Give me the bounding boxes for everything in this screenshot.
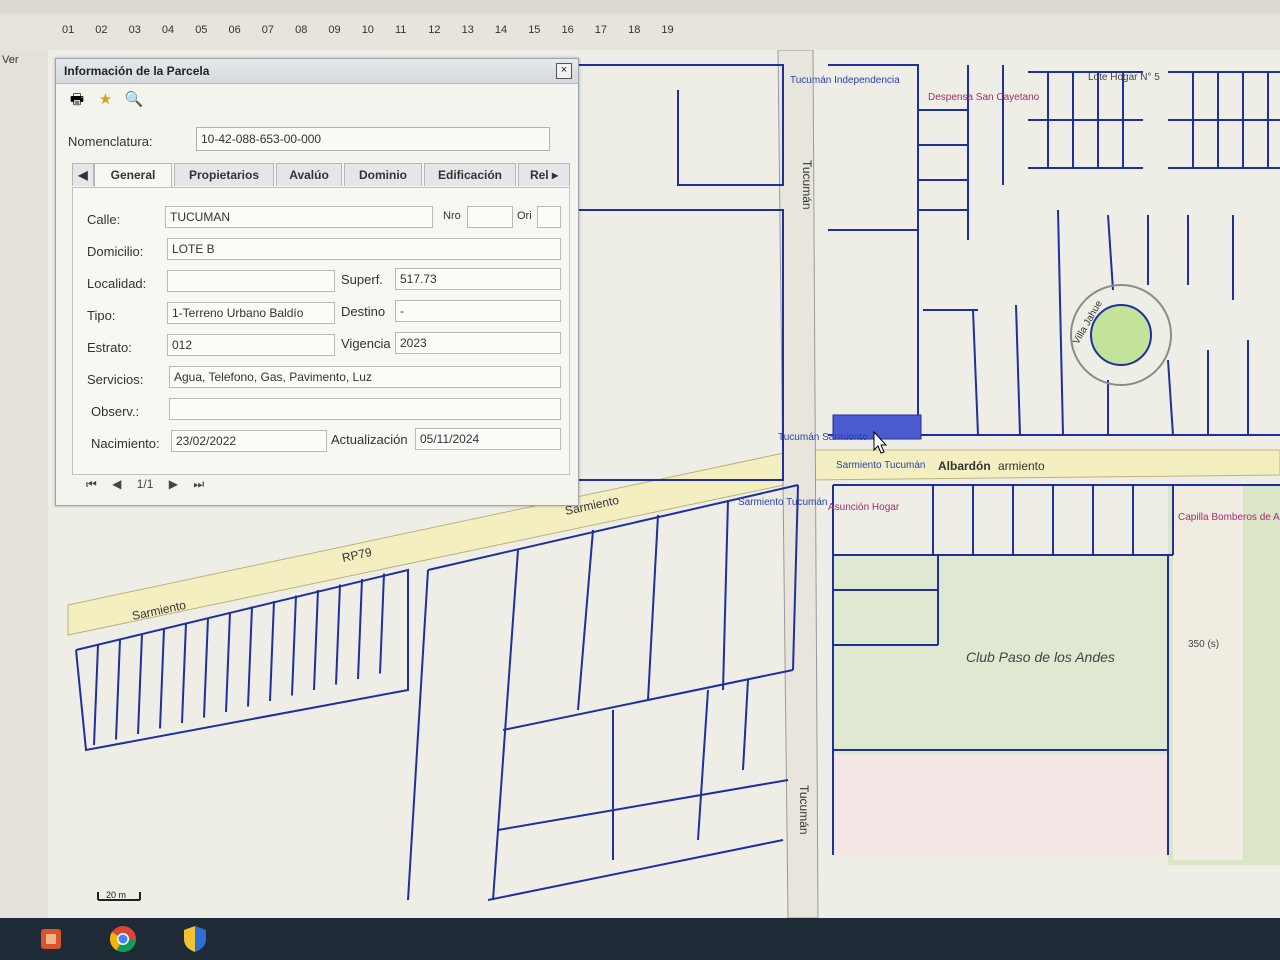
tab-propietarios[interactable]: Propietarios [174,163,274,186]
svg-text:20 m: 20 m [106,890,126,900]
street-label: Tucumán [797,785,811,835]
nomenclatura-field[interactable]: 10-42-088-653-00-000 [196,127,550,151]
print-icon[interactable]: 🖶 [68,91,86,109]
poi-label: Despensa San Cayetano [928,92,1040,103]
ruler-column-label[interactable]: 07 [262,24,274,36]
ruler-column-label[interactable]: 06 [229,24,241,36]
estrato-label: Estrato: [87,340,132,355]
ruler-column-label[interactable]: 13 [462,24,474,36]
poi-label: Sarmiento Tucumán [836,460,926,471]
parcel-info-panel: Información de la Parcela × 🖶 ★ 🔍 Nomenc… [55,58,579,506]
street-label: Tucumán [800,160,814,210]
poi-label: Lote Hogar N° 5 [1088,72,1160,83]
calle-label: Calle: [87,212,121,227]
vigencia-label: Vigencia [341,336,391,351]
general-tab-content: Calle: TUCUMAN Nro Ori Domicilio: LOTE B… [72,187,570,475]
poi-label: Tucumán Sarmiento [778,432,868,443]
vigencia-field[interactable]: 2023 [395,332,561,354]
chrome-icon[interactable] [100,922,146,956]
superf-field[interactable]: 517.73 [395,268,561,290]
ruler-column-label[interactable]: 12 [428,24,440,36]
localidad-label: Localidad: [87,276,147,291]
nacimiento-field[interactable]: 23/02/2022 [171,430,327,452]
close-button[interactable]: × [556,63,572,79]
ruler-column-label[interactable]: 02 [95,24,107,36]
actualizacion-label: Actualización [331,432,408,447]
top-toolbar [0,0,1280,14]
sidebar-label: Ver [2,54,19,66]
ruler-column-label[interactable]: 11 [395,24,406,36]
street-label: armiento [998,459,1045,473]
servicios-field[interactable]: Agua, Telefono, Gas, Pavimento, Luz [169,366,561,388]
column-ruler: 01 02 03 04 05 06 07 08 09 10 11 12 13 14 15 16 17 18 19 [0,14,1280,51]
star-icon[interactable]: ★ [96,91,114,109]
next-page-icon[interactable]: ▶ [169,477,178,491]
ruler-column-label[interactable]: 19 [661,24,673,36]
poi-label: Capilla Bomberos de Ascot [1178,512,1280,523]
zoom-icon[interactable]: 🔍 [125,91,144,109]
ruler-column-label[interactable]: 18 [628,24,640,36]
observ-label: Observ.: [91,404,140,419]
poi-label: Sarmiento Tucumán [738,497,828,508]
ruler-column-label[interactable]: 04 [162,24,174,36]
nro-field[interactable] [467,206,513,228]
poi-label: Asunción Hogar [828,502,900,513]
ruler-column-label[interactable]: 03 [129,24,141,36]
pink-area [833,755,1168,855]
first-page-icon[interactable]: ⏮ [86,477,97,492]
nomenclatura-label: Nomenclatura: [68,134,153,149]
tab-dominio[interactable]: Dominio [344,163,422,186]
tab-rel[interactable]: Rel ▸ [518,163,570,186]
domicilio-field[interactable]: LOTE B [167,238,561,260]
observ-field[interactable] [169,398,561,420]
localidad-field[interactable] [167,270,335,292]
ori-label: Ori [517,210,532,222]
ruler-column-label[interactable]: 15 [528,24,540,36]
tipo-field[interactable]: 1-Terreno Urbano Baldío [167,302,335,324]
left-sidebar: Ver [0,50,49,918]
ruler-column-label[interactable]: 05 [195,24,207,36]
ruler-column-label[interactable]: 08 [295,24,307,36]
destino-field[interactable]: - [395,300,561,322]
street-label: Albardón [938,459,991,473]
tab-scroll-left[interactable]: ◀ [72,163,94,186]
poi-label: 350 (s) [1188,639,1219,650]
page-indicator: 1/1 [136,477,154,491]
destino-label: Destino [341,304,386,319]
last-page-icon[interactable]: ⏭ [193,477,204,492]
panel-toolbar: 🖶 ★ 🔍 [68,91,149,111]
domicilio-label: Domicilio: [87,244,144,259]
servicios-label: Servicios: [87,372,144,387]
tab-avaluo[interactable]: Avalúo [276,163,342,186]
app-icon[interactable] [28,922,74,956]
ori-field[interactable] [537,206,561,228]
panel-title: Información de la Parcela [64,64,210,78]
ruler-column-label[interactable]: 10 [362,24,374,36]
ruler-column-label[interactable]: 09 [328,24,340,36]
poi-label: Tucumán Independencia [790,75,900,86]
calle-field[interactable]: TUCUMAN [165,206,433,228]
actualizacion-field[interactable]: 05/11/2024 [415,428,561,450]
park-label: Club Paso de los Andes [966,649,1115,665]
tab-general[interactable]: General [94,163,172,187]
shield-app-icon[interactable] [172,922,218,956]
panel-titlebar: Información de la Parcela × [56,59,578,84]
tipo-label: Tipo: [87,308,116,323]
ruler-column-label[interactable]: 17 [595,24,607,36]
ruler-column-label[interactable]: 16 [562,24,574,36]
taskbar [0,918,1280,960]
ruler-column-label[interactable]: 14 [495,24,507,36]
superf-label: Superf. [341,272,383,287]
record-pager: ⏮ ◀ 1/1 ▶ ⏭ [86,477,216,497]
roundabout-center [1090,304,1152,366]
nacimiento-label: Nacimiento: [91,436,160,451]
tab-edificacion[interactable]: Edificación [424,163,516,186]
prev-page-icon[interactable]: ◀ [112,477,121,491]
estrato-field[interactable]: 012 [167,334,335,356]
ruler-column-label[interactable]: 01 [62,24,74,36]
panel-tabs: ◀ General Propietarios Avalúo Dominio Ed… [72,163,570,187]
nro-label: Nro [443,210,461,222]
